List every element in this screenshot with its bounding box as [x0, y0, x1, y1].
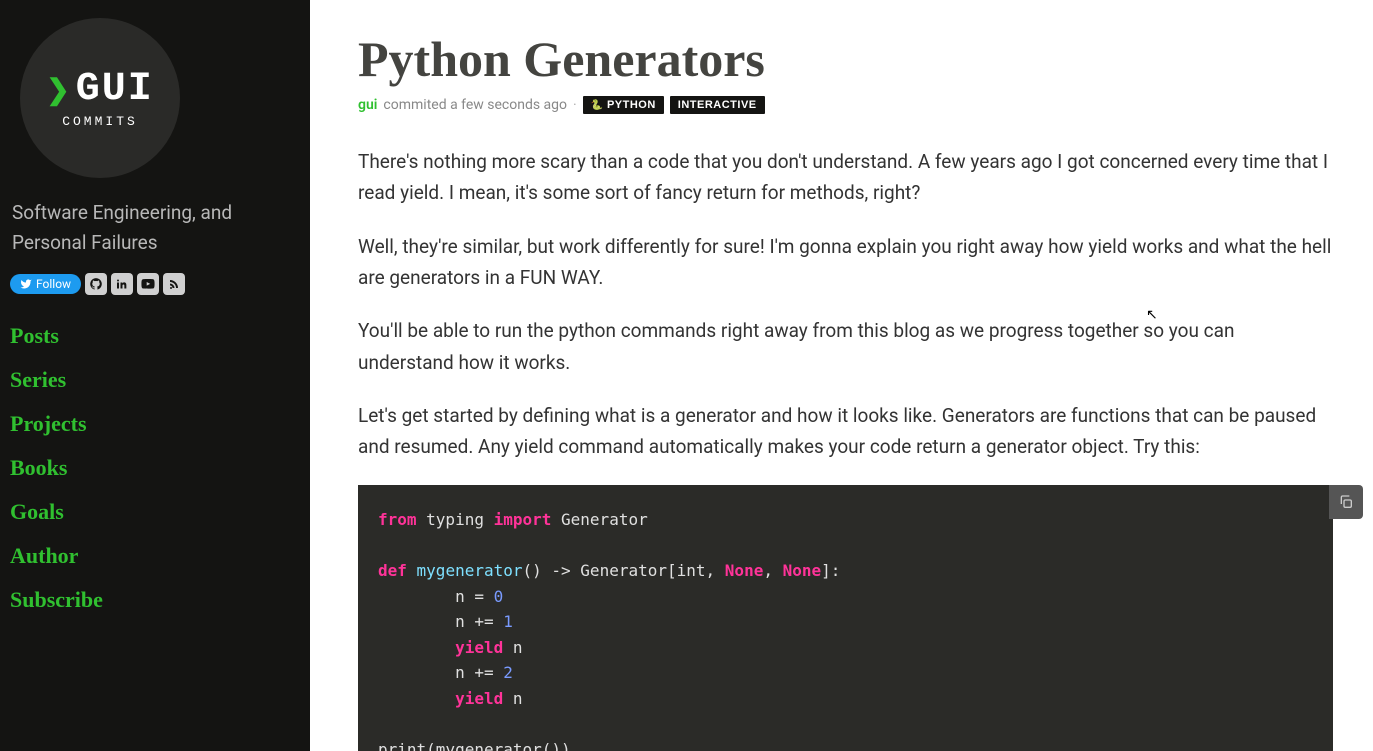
code-text: , [763, 561, 782, 580]
nav-posts[interactable]: Posts [10, 323, 300, 349]
code-text: n += [378, 612, 503, 631]
code-text: n += [378, 663, 503, 682]
linkedin-icon[interactable] [111, 273, 133, 295]
code-keyword: None [783, 561, 822, 580]
twitter-follow-button[interactable]: Follow [10, 274, 81, 294]
code-text: Generator [551, 510, 647, 529]
author-name[interactable]: gui [358, 97, 377, 113]
code-text [378, 638, 455, 657]
code-number: 2 [503, 663, 513, 682]
code-keyword: def [378, 561, 407, 580]
code-keyword: yield [455, 689, 503, 708]
article-title: Python Generators [358, 30, 1333, 88]
site-logo[interactable]: ❯ GUI COMMITS [20, 18, 180, 178]
nav-books[interactable]: Books [10, 455, 300, 481]
meta-separator: · [573, 97, 577, 113]
twitter-follow-label: Follow [36, 277, 71, 291]
twitter-icon [20, 278, 32, 290]
youtube-icon[interactable] [137, 273, 159, 295]
code-text: typing [417, 510, 494, 529]
nav-subscribe[interactable]: Subscribe [10, 587, 300, 613]
sidebar: ❯ GUI COMMITS Software Engineering, and … [0, 0, 310, 751]
nav-author[interactable]: Author [10, 543, 300, 569]
code-number: 1 [503, 612, 513, 631]
paragraph: Let's get started by defining what is a … [358, 400, 1333, 463]
nav-series[interactable]: Series [10, 367, 300, 393]
code-text: n = [378, 587, 494, 606]
code-text: n [503, 638, 522, 657]
copy-icon [1338, 494, 1354, 510]
code-fn-name: mygenerator [407, 561, 523, 580]
main-nav: Posts Series Projects Books Goals Author… [10, 323, 300, 613]
nav-goals[interactable]: Goals [10, 499, 300, 525]
commit-time: commited a few seconds ago [383, 97, 567, 113]
github-icon[interactable] [85, 273, 107, 295]
copy-code-button[interactable] [1329, 485, 1363, 519]
social-links: Follow [10, 273, 300, 295]
paragraph: There's nothing more scary than a code t… [358, 146, 1333, 209]
article-body: There's nothing more scary than a code t… [358, 146, 1333, 751]
site-tagline: Software Engineering, and Personal Failu… [10, 198, 300, 259]
code-text: print(mygenerator()) [378, 740, 571, 751]
logo-text-gui: GUI [76, 67, 154, 112]
code-keyword: None [725, 561, 764, 580]
code-text: () -> Generator[int, [523, 561, 725, 580]
paragraph: You'll be able to run the python command… [358, 315, 1333, 378]
nav-projects[interactable]: Projects [10, 411, 300, 437]
code-number: 0 [494, 587, 504, 606]
code-text [378, 689, 455, 708]
tag-python[interactable]: PYTHON [583, 96, 664, 114]
logo-text-commits: COMMITS [62, 114, 138, 129]
article-main: Python Generators gui commited a few sec… [310, 0, 1373, 751]
code-text: n [503, 689, 522, 708]
code-keyword: from [378, 510, 417, 529]
code-keyword: yield [455, 638, 503, 657]
paragraph: Well, they're similar, but work differen… [358, 231, 1333, 294]
chevron-right-icon: ❯ [46, 76, 69, 104]
rss-icon[interactable] [163, 273, 185, 295]
code-keyword: import [494, 510, 552, 529]
article-meta: gui commited a few seconds ago · PYTHON … [358, 96, 1333, 114]
tag-interactive[interactable]: INTERACTIVE [670, 96, 765, 114]
code-block: from typing import Generator def mygener… [358, 485, 1333, 751]
code-text: ]: [821, 561, 840, 580]
